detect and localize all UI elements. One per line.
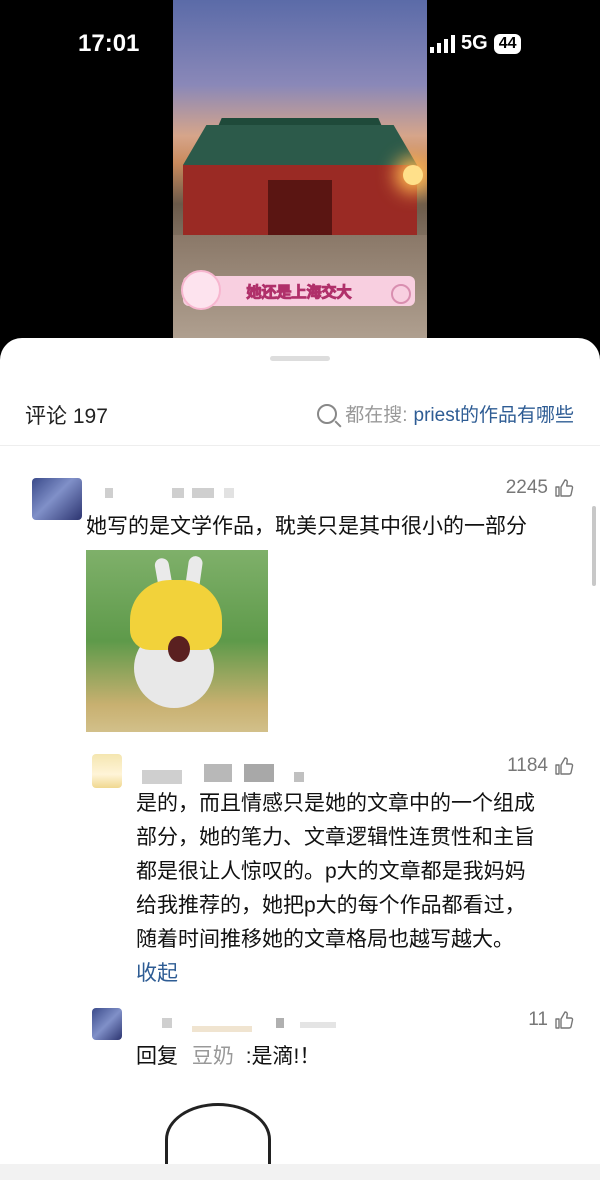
reply-prefix: 回复 [136, 1045, 178, 1068]
username-blurred [192, 488, 214, 498]
search-icon [317, 403, 338, 424]
username-blurred[interactable] [162, 1018, 172, 1028]
gate-roof [183, 125, 417, 165]
reply-text-line: 随着时间推移她的文章格局也越写越大。 [136, 928, 514, 951]
like-button[interactable]: 11 [528, 1009, 574, 1031]
drag-handle[interactable] [270, 356, 330, 361]
username-blurred [204, 764, 232, 782]
comment-text: 她写的是文学作品，耽美只是其中很小的一部分 [86, 515, 527, 538]
avatar[interactable] [92, 1008, 122, 1040]
like-count: 2245 [505, 477, 548, 498]
username-blurred [224, 488, 234, 498]
avatar[interactable] [32, 478, 82, 520]
search-keyword[interactable]: priest的作品有哪些 [414, 400, 574, 427]
reply-text-line: 给我推荐的，她把p大的每个作品都看过， [136, 894, 526, 917]
rabbid-mouth [168, 636, 190, 662]
comments-sheet: 评论 197 都在搜: priest的作品有哪些 2245 她写的是文学作品，耽… [0, 338, 600, 1180]
anime-avatar-icon [181, 270, 221, 310]
comments-header: 评论 197 都在搜: priest的作品有哪些 [0, 388, 600, 444]
username-blurred [244, 764, 274, 782]
reply-text: 回复 豆奶 :是滴!！ [136, 1040, 320, 1074]
scrollbar[interactable] [592, 506, 596, 586]
like-button[interactable]: 2245 [506, 477, 574, 499]
gate-door [268, 180, 332, 235]
thumbs-up-icon [554, 756, 574, 776]
like-count: 1184 [507, 755, 548, 776]
username-blurred [294, 772, 304, 782]
network-type: 5G [461, 32, 488, 54]
sun [403, 165, 423, 185]
reply-text: 是的，而且情感只是她的文章中的一个组成 部分，她的笔力、文章逻辑性连贯性和主旨 … [136, 787, 535, 991]
username-blurred[interactable] [142, 770, 182, 784]
header-divider [0, 445, 600, 446]
username-blurred[interactable] [105, 488, 113, 498]
username-blurred [172, 488, 184, 498]
video-player[interactable]: 她还是上海交大 [173, 0, 427, 340]
collapse-link[interactable]: 收起 [136, 957, 535, 991]
status-time: 17:01 [78, 30, 140, 57]
like-count: 11 [528, 1009, 548, 1030]
username-blurred [300, 1022, 336, 1028]
thumbs-up-icon [554, 1010, 574, 1030]
thumbs-up-icon [554, 478, 574, 498]
reply-content: :是滴!！ [245, 1045, 321, 1068]
like-button[interactable]: 1184 [507, 755, 574, 777]
reply-text-line: 是的，而且情感只是她的文章中的一个组成 [136, 792, 535, 815]
input-bar[interactable] [0, 1164, 600, 1180]
username-blurred [276, 1018, 284, 1028]
signal-icon [430, 34, 455, 53]
logo-icon [391, 284, 411, 304]
username-blurred [192, 1026, 252, 1032]
search-prefix: 都在搜: [345, 405, 408, 426]
avatar[interactable] [92, 754, 122, 788]
comment-sticker-image[interactable] [86, 550, 268, 732]
reply-to-user[interactable]: 豆奶 [192, 1045, 234, 1068]
reply-text-line: 部分，她的笔力、文章逻辑性连贯性和主旨 [136, 826, 535, 849]
search-suggestion[interactable]: 都在搜: priest的作品有哪些 [317, 400, 574, 427]
caption-text: 她还是上海交大 [246, 283, 352, 301]
reply-text-line: 都是很让人惊叹的。p大的文章都是我妈妈 [136, 860, 526, 883]
comment-count: 评论 197 [25, 405, 108, 428]
status-indicators: 5G 44 [430, 32, 522, 55]
battery-icon: 44 [493, 33, 522, 54]
video-caption: 她还是上海交大 [181, 270, 415, 310]
